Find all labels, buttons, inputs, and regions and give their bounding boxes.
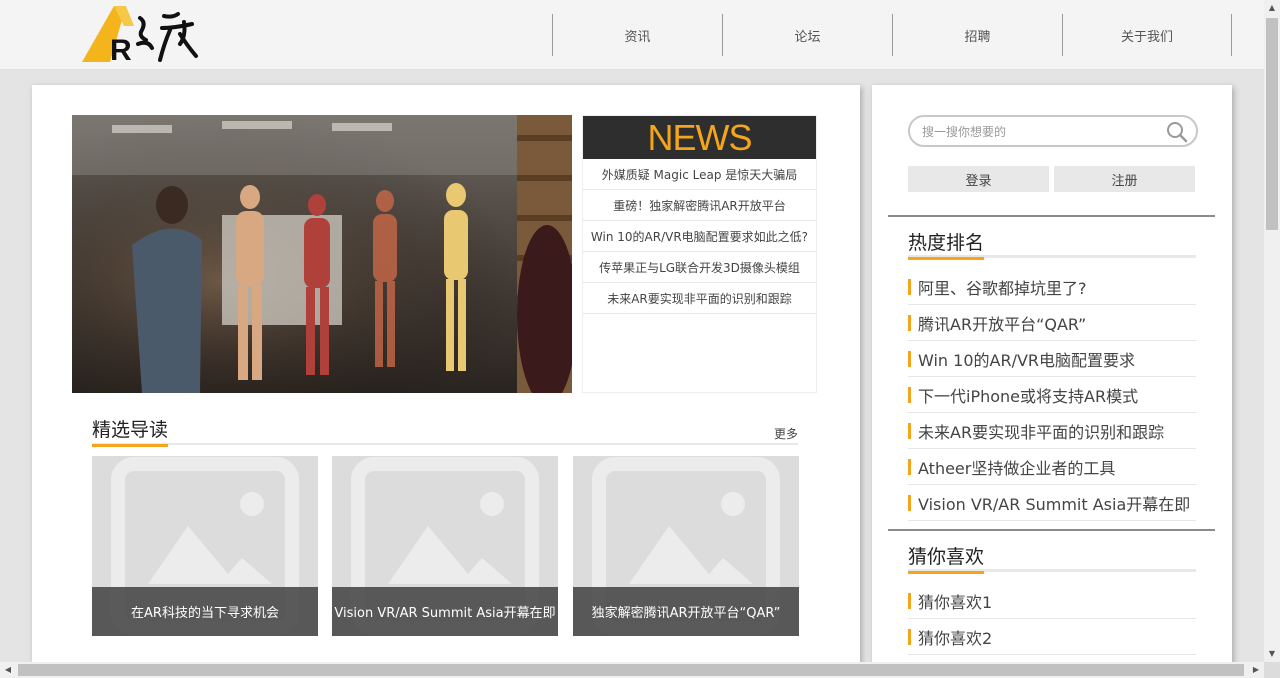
list-item[interactable]: 猜你喜欢2 [908, 619, 1196, 655]
list-item[interactable]: 下一代iPhone或将支持AR模式 [908, 377, 1196, 413]
featured-card[interactable]: 独家解密腾讯AR开放平台“QAR” [573, 456, 799, 636]
news-item[interactable]: 传苹果正与LG联合开发3D摄像头模组 [583, 252, 816, 283]
bullet-bar [908, 592, 911, 609]
featured-card[interactable]: Vision VR/AR Summit Asia开幕在即 [332, 456, 558, 636]
scroll-left-icon[interactable]: ◀ [0, 662, 16, 678]
bullet-bar [908, 386, 911, 403]
news-list: 外媒质疑 Magic Leap 是惊天大骗局 重磅！独家解密腾讯AR开放平台 W… [583, 159, 816, 314]
list-item[interactable]: 腾讯AR开放平台“QAR” [908, 305, 1196, 341]
featured-title: 精选导读 [92, 415, 169, 447]
list-item-label: Atheer坚持做企业者的工具 [918, 458, 1116, 478]
login-button[interactable]: 登录 [908, 166, 1049, 192]
site-logo[interactable]: R [80, 4, 204, 64]
vertical-scrollbar[interactable]: ▲ ▼ [1264, 0, 1280, 662]
list-item[interactable]: 未来AR要实现非平面的识别和跟踪 [908, 413, 1196, 449]
scrollbar-corner [1264, 662, 1280, 678]
bullet-bar [908, 458, 911, 475]
bullet-bar [908, 494, 911, 511]
hot-ranking-list: 阿里、谷歌都掉坑里了? 腾讯AR开放平台“QAR” Win 10的AR/VR电脑… [908, 269, 1196, 521]
list-item[interactable]: Atheer坚持做企业者的工具 [908, 449, 1196, 485]
nav-news[interactable]: 资讯 [552, 14, 722, 56]
news-panel: NEWS 外媒质疑 Magic Leap 是惊天大骗局 重磅！独家解密腾讯AR开… [582, 115, 817, 393]
divider [888, 215, 1215, 217]
list-item-label: 下一代iPhone或将支持AR模式 [918, 386, 1139, 406]
sidebar: 登录 注册 热度排名 阿里、谷歌都掉坑里了? 腾讯AR开放平台“QAR” Win… [872, 85, 1232, 665]
list-item-label: 腾讯AR开放平台“QAR” [918, 314, 1087, 334]
news-title: NEWS [647, 116, 753, 158]
news-item[interactable]: 未来AR要实现非平面的识别和跟踪 [583, 283, 816, 314]
divider [888, 529, 1215, 531]
news-header: NEWS [583, 116, 816, 159]
more-link[interactable]: 更多 [774, 425, 798, 442]
scroll-right-icon[interactable]: ▶ [1248, 662, 1264, 678]
nav-forum[interactable]: 论坛 [722, 14, 892, 56]
search-input[interactable] [922, 122, 1162, 142]
card-caption: 独家解密腾讯AR开放平台“QAR” [573, 587, 799, 636]
list-item-label: Win 10的AR/VR电脑配置要求 [918, 350, 1136, 370]
card-caption: 在AR科技的当下寻求机会 [92, 587, 318, 636]
nav-about[interactable]: 关于我们 [1062, 14, 1232, 56]
list-item[interactable]: Vision VR/AR Summit Asia开幕在即 [908, 485, 1196, 521]
list-item[interactable]: Win 10的AR/VR电脑配置要求 [908, 341, 1196, 377]
featured-section: 精选导读 更多 在AR科技的当下寻求机会 Vision VR/AR Summit… [72, 407, 817, 657]
featured-card[interactable]: 在AR科技的当下寻求机会 [92, 456, 318, 636]
guess-header: 猜你喜欢 [908, 542, 1196, 574]
nav-jobs[interactable]: 招聘 [892, 14, 1062, 56]
news-item[interactable]: Win 10的AR/VR电脑配置要求如此之低? [583, 221, 816, 252]
list-item-label: 阿里、谷歌都掉坑里了? [918, 278, 1087, 298]
main-panel: NEWS 外媒质疑 Magic Leap 是惊天大骗局 重磅！独家解密腾讯AR开… [32, 85, 860, 665]
logo-letter: R [110, 34, 132, 64]
bullet-bar [908, 278, 911, 295]
hot-ranking-header: 热度排名 [908, 228, 1196, 260]
list-item-label: 未来AR要实现非平面的识别和跟踪 [918, 422, 1165, 442]
bullet-bar [908, 314, 911, 331]
search-icon[interactable] [1166, 121, 1188, 143]
register-button[interactable]: 注册 [1054, 166, 1195, 192]
search-box [908, 115, 1198, 147]
hero-image[interactable] [72, 115, 572, 393]
vertical-scroll-thumb[interactable] [1266, 18, 1278, 230]
list-item[interactable]: 猜你喜欢1 [908, 583, 1196, 619]
scroll-up-icon[interactable]: ▲ [1264, 0, 1280, 16]
bullet-bar [908, 628, 911, 645]
hot-ranking-title: 热度排名 [908, 228, 985, 260]
main-nav: 资讯 论坛 招聘 关于我们 [552, 14, 1232, 56]
list-item-label: 猜你喜欢1 [918, 592, 993, 612]
list-item-label: 猜你喜欢2 [918, 628, 993, 648]
horizontal-scrollbar[interactable]: ◀ ▶ [0, 662, 1264, 678]
site-header: R 资讯 论坛 招聘 关于我们 [0, 0, 1264, 70]
list-item[interactable]: 阿里、谷歌都掉坑里了? [908, 269, 1196, 305]
featured-header: 精选导读 更多 [92, 415, 798, 447]
list-item-label: Vision VR/AR Summit Asia开幕在即 [918, 494, 1191, 514]
bullet-bar [908, 350, 911, 367]
card-caption: Vision VR/AR Summit Asia开幕在即 [332, 587, 558, 636]
news-item[interactable]: 外媒质疑 Magic Leap 是惊天大骗局 [583, 159, 816, 190]
news-item[interactable]: 重磅！独家解密腾讯AR开放平台 [583, 190, 816, 221]
bullet-bar [908, 422, 911, 439]
scroll-down-icon[interactable]: ▼ [1264, 646, 1280, 662]
guess-list: 猜你喜欢1 猜你喜欢2 [908, 583, 1196, 655]
horizontal-scroll-thumb[interactable] [18, 664, 1244, 676]
guess-title: 猜你喜欢 [908, 542, 985, 574]
